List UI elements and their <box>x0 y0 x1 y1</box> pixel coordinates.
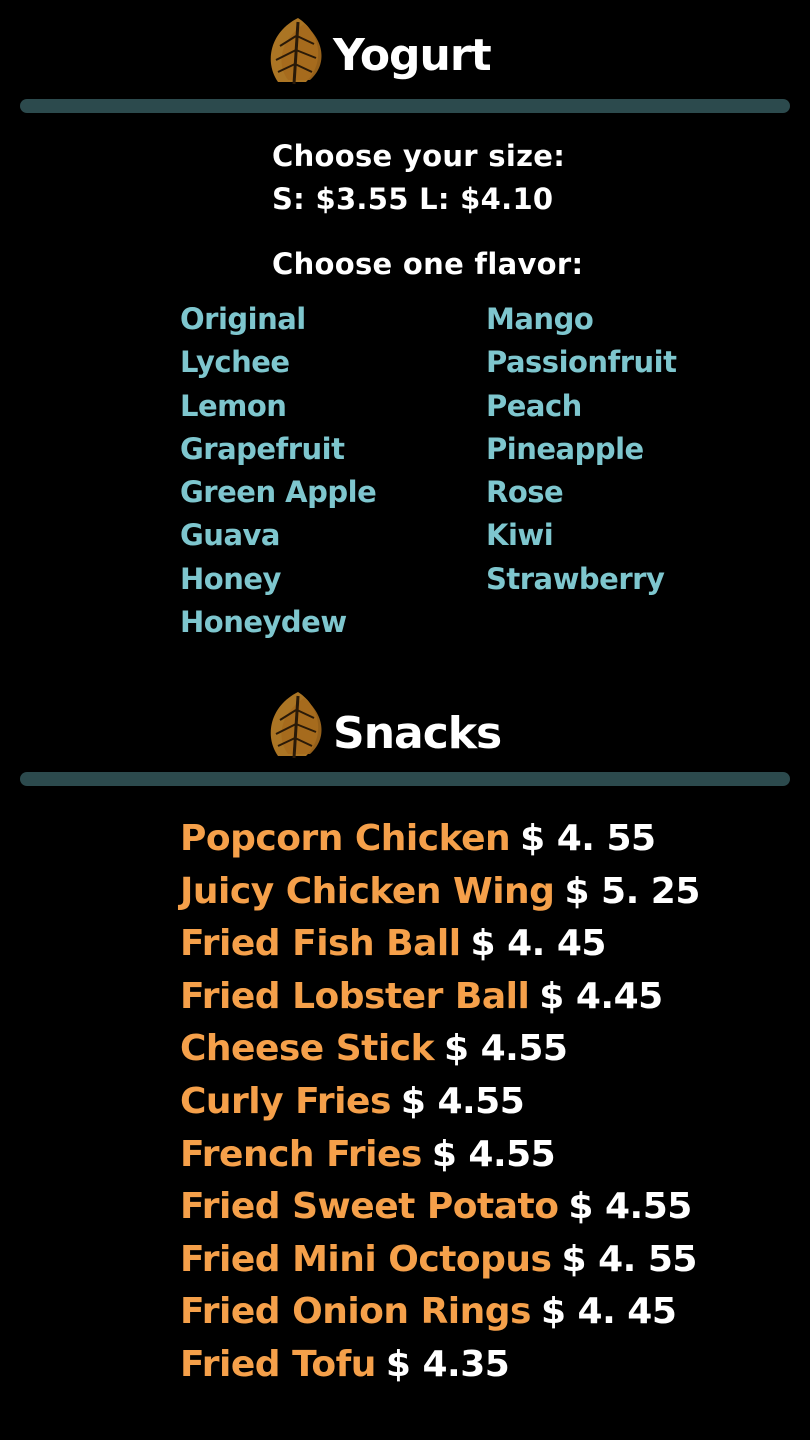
snack-price: $ 4.35 <box>385 1343 510 1385</box>
flavor-item: Peach <box>486 388 582 423</box>
flavor-item: Green Apple <box>180 475 377 510</box>
snacks-leaf-icon <box>270 692 322 759</box>
snack-item: Popcorn Chicken $ 4. 55 <box>180 813 700 866</box>
snack-price: $ 5. 25 <box>564 870 700 912</box>
snack-name: Juicy Chicken Wing <box>180 870 555 912</box>
snack-item: Curly Fries $ 4.55 <box>180 1076 700 1129</box>
flavor-list-left: Original Lychee Lemon Grapefruit Green A… <box>180 298 377 644</box>
snack-item: Fried Onion Rings $ 4. 45 <box>180 1286 700 1339</box>
snack-name: Fried Tofu <box>180 1343 376 1385</box>
flavor-heading: Choose one flavor: <box>272 247 584 281</box>
flavor-item: Rose <box>486 475 564 510</box>
snack-name: Fried Sweet Potato <box>180 1186 559 1228</box>
flavor-item: Lychee <box>180 345 290 380</box>
flavor-item: Mango <box>486 302 594 336</box>
snack-name: Curly Fries <box>180 1080 391 1122</box>
snack-price: $ 4. 55 <box>561 1238 697 1280</box>
snack-name: Cheese Stick <box>180 1028 435 1070</box>
snack-price: $ 4.55 <box>431 1133 556 1175</box>
flavor-item: Kiwi <box>486 518 554 553</box>
flavor-item: Passionfruit <box>486 345 677 380</box>
snack-price: $ 4.55 <box>444 1028 568 1070</box>
flavor-item: Original <box>180 302 306 336</box>
snack-price: $ 4.45 <box>539 975 663 1017</box>
snack-item: Cheese Stick $ 4.55 <box>180 1023 700 1076</box>
snack-item: French Fries $ 4.55 <box>180 1129 700 1182</box>
flavor-item: Guava <box>180 518 281 553</box>
snack-name: Fried Onion Rings <box>180 1291 531 1333</box>
snacks-title: Snacks <box>333 708 502 759</box>
snack-name: Popcorn Chicken <box>180 818 511 859</box>
snack-item: Juicy Chicken Wing $ 5. 25 <box>180 866 700 919</box>
flavor-item: Lemon <box>180 388 287 423</box>
snack-item: Fried Sweet Potato $ 4.55 <box>180 1181 700 1234</box>
snacks-divider <box>20 772 790 786</box>
snack-price: $ 4.55 <box>400 1080 525 1122</box>
flavor-item: Strawberry <box>486 561 665 596</box>
yogurt-divider <box>20 99 790 113</box>
snack-price: $ 4. 45 <box>540 1291 677 1333</box>
snack-name: Fried Fish Ball <box>180 923 461 965</box>
snack-name: French Fries <box>180 1133 422 1175</box>
size-heading: Choose your size: <box>272 139 566 173</box>
yogurt-leaf-icon <box>270 18 322 85</box>
flavor-item: Honey <box>180 561 281 596</box>
snack-name: Fried Mini Octopus <box>180 1238 552 1280</box>
flavor-list-right: Mango Passionfruit Peach Pineapple Rose … <box>486 298 677 601</box>
snack-price: $ 4. 55 <box>520 818 656 859</box>
snack-item: Fried Fish Ball $ 4. 45 <box>180 918 700 971</box>
snack-price: $ 4.55 <box>568 1186 692 1228</box>
snack-list: Popcorn Chicken $ 4. 55 Juicy Chicken Win… <box>180 813 700 1392</box>
snack-item: Fried Mini Octopus $ 4. 55 <box>180 1234 700 1287</box>
snack-price: $ 4. 45 <box>470 923 607 965</box>
snack-item: Fried Lobster Ball $ 4.45 <box>180 971 700 1024</box>
yogurt-title: Yogurt <box>333 30 492 81</box>
flavor-item: Grapefruit <box>180 431 345 466</box>
size-prices: S: $3.55 L: $4.10 <box>272 182 554 216</box>
flavor-item: Pineapple <box>486 431 644 466</box>
snack-name: Fried Lobster Ball <box>180 975 530 1017</box>
flavor-item: Honeydew <box>180 605 347 640</box>
snack-item: Fried Tofu $ 4.35 <box>180 1339 700 1392</box>
